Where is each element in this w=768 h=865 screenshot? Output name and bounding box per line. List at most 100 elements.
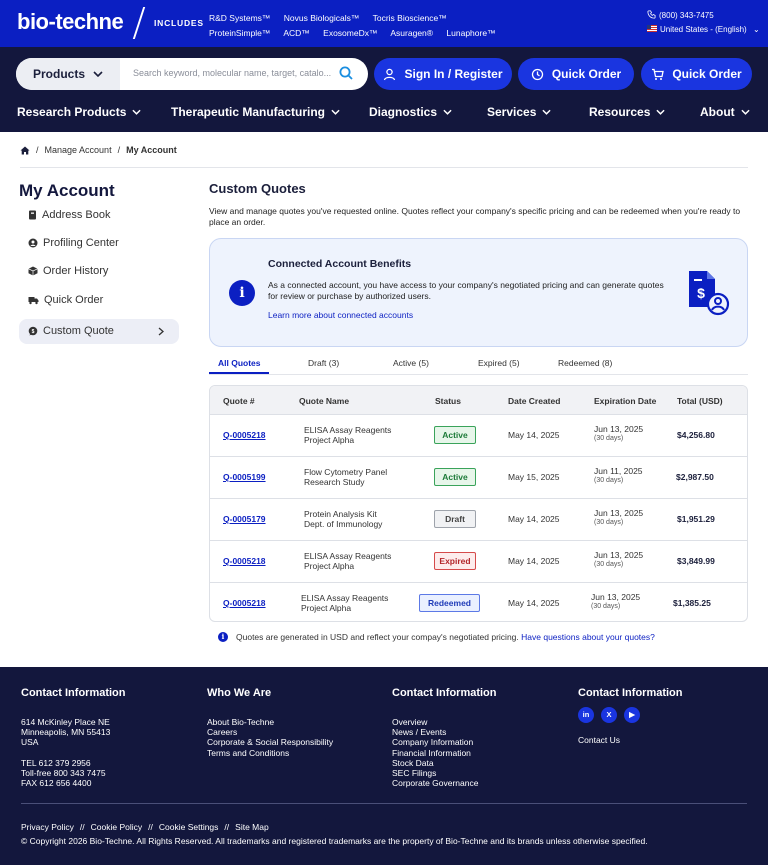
sidebar-item-address-book[interactable]: Address Book <box>28 209 110 221</box>
brand-link[interactable]: Asuragen® <box>390 28 433 38</box>
brand-link[interactable]: ACD™ <box>283 28 309 38</box>
nav-diagnostics[interactable]: Diagnostics <box>369 105 452 119</box>
x-twitter-icon[interactable]: X <box>601 707 617 723</box>
search-input[interactable]: Search keyword, molecular name, target, … <box>133 68 333 78</box>
sidebar-item-quick-order[interactable]: Quick Order <box>28 294 103 306</box>
quote-total: $1,385.25 <box>673 598 711 608</box>
brand-link[interactable]: Lunaphore™ <box>446 28 495 38</box>
nav-about[interactable]: About <box>700 105 750 119</box>
footer-link[interactable]: Terms and Conditions <box>207 748 333 758</box>
bio-techne-logo[interactable]: bio-techne <box>17 9 124 35</box>
footer-link[interactable]: Company Information <box>392 737 497 747</box>
sidebar-item-label: Address Book <box>42 209 111 221</box>
breadcrumb-manage-account[interactable]: Manage Account <box>45 145 112 155</box>
banner-body: As a connected account, you have access … <box>268 280 664 301</box>
phone-link[interactable]: (800) 343-7475 <box>647 10 714 20</box>
breadcrumb: / Manage Account / My Account <box>20 145 177 155</box>
linkedin-icon[interactable]: in <box>578 707 594 723</box>
tab-expired[interactable]: Expired (5) <box>478 358 520 368</box>
quote-total: $1,951.29 <box>677 514 715 524</box>
site-map-link[interactable]: Site Map <box>235 822 269 832</box>
footer-link[interactable]: About Bio-Techne <box>207 717 333 727</box>
nav-therapeutic-manufacturing[interactable]: Therapeutic Manufacturing <box>171 105 340 119</box>
footer-link[interactable]: Corporate Governance <box>392 778 497 788</box>
footer-divider <box>21 803 747 804</box>
col-expiration-date: Expiration Date <box>594 396 657 406</box>
table-row[interactable]: Q-0005218 ELISA Assay Reagents Project Al… <box>210 583 747 621</box>
brand-link[interactable]: R&D Systems™ <box>209 13 270 23</box>
footer-heading: Who We Are <box>207 687 272 699</box>
quote-number-link[interactable]: Q-0005199 <box>223 472 266 482</box>
main-header: Products Search keyword, molecular name,… <box>0 47 768 132</box>
table-row[interactable]: Q-0005218 ELISA Assay Reagents Project Al… <box>210 541 747 583</box>
tab-all-quotes[interactable]: All Quotes <box>218 358 261 368</box>
includes-label: INCLUDES <box>154 18 204 28</box>
nav-resources[interactable]: Resources <box>589 105 665 119</box>
search-icon[interactable] <box>338 65 355 82</box>
quote-total: $3,849.99 <box>677 556 715 566</box>
nav-services[interactable]: Services <box>487 105 551 119</box>
sidebar-item-profiling-center[interactable]: Profiling Center <box>28 237 119 249</box>
sidebar-item-label: Order History <box>43 265 109 277</box>
expiration-date-value: Jun 13, 2025 <box>594 508 644 518</box>
table-header: Quote # Quote Name Status Date Created E… <box>210 386 747 415</box>
status-badge: Redeemed <box>419 594 480 612</box>
products-dropdown[interactable]: Products <box>16 58 120 90</box>
tab-active[interactable]: Active (5) <box>393 358 429 368</box>
box-icon <box>28 266 38 276</box>
quote-name-line: Flow Cytometry Panel <box>304 467 388 477</box>
footer-link[interactable]: SEC Filings <box>392 768 497 778</box>
youtube-icon[interactable]: ▶ <box>624 707 640 723</box>
quote-name: Flow Cytometry Panel Research Study <box>304 467 387 487</box>
footer-link[interactable]: Financial Information <box>392 748 497 758</box>
nav-research-products[interactable]: Research Products <box>17 105 141 119</box>
quick-order-button[interactable]: Quick Order <box>518 58 634 90</box>
cart-quick-order-button[interactable]: Quick Order <box>641 58 752 90</box>
col-date-created: Date Created <box>508 396 561 406</box>
footer-link[interactable]: Careers <box>207 727 333 737</box>
quote-questions-link[interactable]: Have questions about your quotes? <box>521 632 655 642</box>
quote-name-line: Protein Analysis Kit <box>304 509 377 519</box>
footer-heading: Contact Information <box>21 687 126 699</box>
cookie-settings-link[interactable]: Cookie Settings <box>159 822 219 832</box>
chevron-down-icon <box>656 109 665 115</box>
quote-document-icon: $ <box>689 271 730 316</box>
table-row[interactable]: Q-0005179 Protein Analysis Kit Dept. of I… <box>210 499 747 541</box>
brand-link[interactable]: ExosomeDx™ <box>323 28 377 38</box>
learn-more-link[interactable]: Learn more about connected accounts <box>268 310 413 320</box>
contact-us-link[interactable]: Contact Us <box>578 735 683 745</box>
quote-number-link[interactable]: Q-0005179 <box>223 514 266 524</box>
sidebar-item-order-history[interactable]: Order History <box>28 265 108 277</box>
breadcrumb-separator: / <box>117 145 121 155</box>
cookie-policy-link[interactable]: Cookie Policy <box>91 822 143 832</box>
brand-link[interactable]: ProteinSimple™ <box>209 28 270 38</box>
connected-account-banner: i Connected Account Benefits As a connec… <box>209 238 748 347</box>
sign-in-button[interactable]: Sign In / Register <box>374 58 512 90</box>
cart-quick-order-label: Quick Order <box>672 67 742 81</box>
chevron-down-icon <box>443 109 452 115</box>
expiration-date-value: Jun 11, 2025 <box>594 466 643 476</box>
expiration-days: (30 days) <box>591 603 621 610</box>
sidebar-item-label: Quick Order <box>44 294 104 306</box>
quote-number-link[interactable]: Q-0005218 <box>223 430 266 440</box>
region-selector[interactable]: United States - (English) ⌄ <box>647 25 760 34</box>
home-icon[interactable] <box>20 146 30 155</box>
footer-link[interactable]: Stock Data <box>392 758 497 768</box>
quote-name-line: ELISA Assay Reagents <box>304 425 392 435</box>
tab-draft[interactable]: Draft (3) <box>308 358 339 368</box>
top-brand-bar: bio-techne INCLUDES R&D Systems™ Novus B… <box>0 0 768 47</box>
tab-redeemed[interactable]: Redeemed (8) <box>558 358 612 368</box>
quote-number-link[interactable]: Q-0005218 <box>223 598 266 608</box>
page-title: Custom Quotes <box>209 181 306 196</box>
footer-link[interactable]: Corporate & Social Responsibility <box>207 737 333 747</box>
sidebar-item-custom-quote-content[interactable]: $ Custom Quote <box>28 325 114 337</box>
expiration-days: (30 days) <box>594 561 624 568</box>
table-row[interactable]: Q-0005218 ELISA Assay Reagents Project Al… <box>210 415 747 457</box>
footer-link[interactable]: News / Events <box>392 727 497 737</box>
privacy-policy-link[interactable]: Privacy Policy <box>21 822 74 832</box>
brand-link[interactable]: Tocris Bioscience™ <box>373 13 447 23</box>
table-row[interactable]: Q-0005199 Flow Cytometry Panel Research S… <box>210 457 747 499</box>
footer-link[interactable]: Overview <box>392 717 497 727</box>
brand-link[interactable]: Novus Biologicals™ <box>284 13 360 23</box>
quote-number-link[interactable]: Q-0005218 <box>223 556 266 566</box>
